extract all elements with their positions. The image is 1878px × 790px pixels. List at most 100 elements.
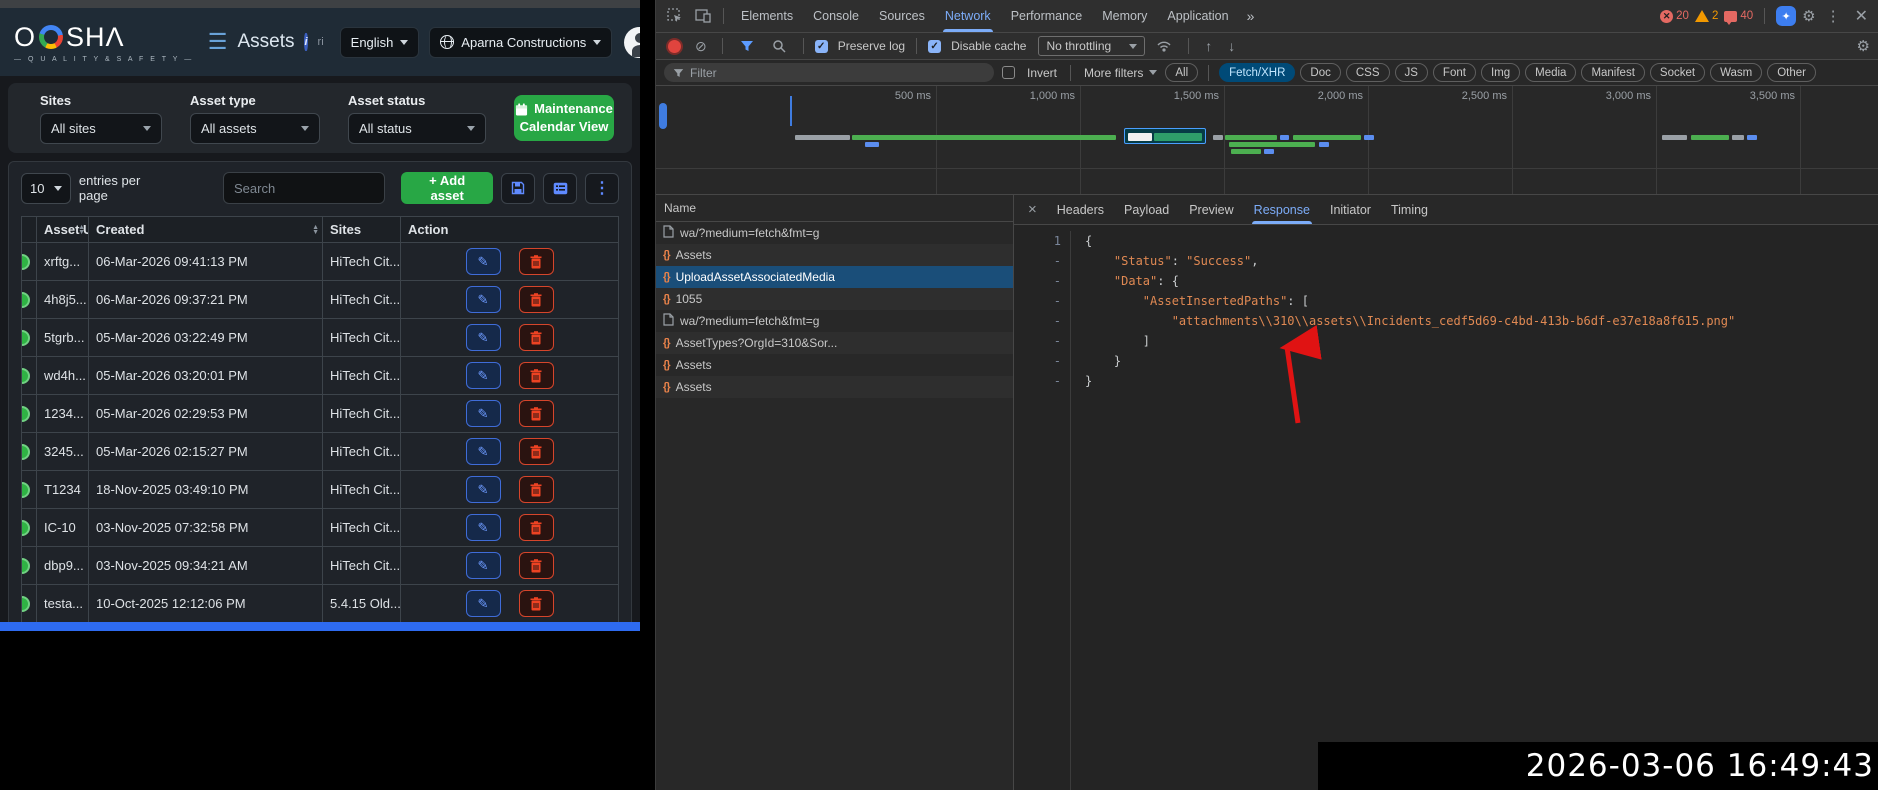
edit-asset-button[interactable]: ✎ bbox=[466, 476, 501, 503]
throttling-select[interactable]: No throttling bbox=[1038, 36, 1145, 56]
tab-network[interactable]: Network bbox=[935, 0, 1001, 32]
pill-all[interactable]: All bbox=[1165, 63, 1198, 82]
delete-asset-button[interactable] bbox=[519, 362, 554, 389]
delete-asset-button[interactable] bbox=[519, 324, 554, 351]
issues-badge[interactable]: 40 bbox=[1724, 10, 1753, 22]
disable-cache-checkbox[interactable] bbox=[928, 40, 941, 53]
pill-media[interactable]: Media bbox=[1525, 63, 1576, 82]
clear-network-log-icon[interactable]: ⊘ bbox=[691, 38, 711, 55]
pill-font[interactable]: Font bbox=[1433, 63, 1476, 82]
inspect-element-icon[interactable] bbox=[662, 4, 688, 28]
edit-asset-button[interactable]: ✎ bbox=[466, 400, 501, 427]
delete-asset-button[interactable] bbox=[519, 552, 554, 579]
devtools-close-icon[interactable]: ✕ bbox=[1851, 6, 1872, 26]
ai-assistant-icon[interactable]: ✦ bbox=[1776, 6, 1796, 26]
pill-doc[interactable]: Doc bbox=[1300, 63, 1340, 82]
delete-asset-button[interactable] bbox=[519, 590, 554, 617]
pill-other[interactable]: Other bbox=[1767, 63, 1816, 82]
more-filters-button[interactable]: More filters bbox=[1084, 66, 1157, 80]
response-tab-payload[interactable]: Payload bbox=[1114, 195, 1179, 224]
delete-asset-button[interactable] bbox=[519, 400, 554, 427]
request-row[interactable]: {}UploadAssetAssociatedMedia bbox=[656, 266, 1013, 288]
request-row[interactable]: {}Assets bbox=[656, 376, 1013, 398]
sites-column-header[interactable]: Sites bbox=[323, 217, 401, 243]
maintenance-calendar-button[interactable]: Maintenance Calendar View bbox=[514, 95, 614, 141]
edit-asset-button[interactable]: ✎ bbox=[466, 324, 501, 351]
tab-memory[interactable]: Memory bbox=[1092, 0, 1157, 32]
errors-badge[interactable]: ✕ 20 bbox=[1660, 10, 1689, 23]
pill-img[interactable]: Img bbox=[1481, 63, 1520, 82]
request-list-header[interactable]: Name bbox=[656, 195, 1013, 222]
request-row[interactable]: {}Assets bbox=[656, 354, 1013, 376]
tab-application[interactable]: Application bbox=[1157, 0, 1238, 32]
user-avatar[interactable] bbox=[624, 27, 640, 58]
edit-asset-button[interactable]: ✎ bbox=[466, 438, 501, 465]
tab-sources[interactable]: Sources bbox=[869, 0, 935, 32]
response-tab-timing[interactable]: Timing bbox=[1381, 195, 1438, 224]
sites-select[interactable]: All sites bbox=[40, 113, 162, 144]
info-icon[interactable]: i bbox=[304, 33, 307, 51]
pill-js[interactable]: JS bbox=[1395, 63, 1428, 82]
request-row[interactable]: {}AssetTypes?OrgId=310&Sor... bbox=[656, 332, 1013, 354]
delete-asset-button[interactable] bbox=[519, 248, 554, 275]
network-settings-gear-icon[interactable]: ⚙ bbox=[1857, 37, 1870, 55]
import-har-icon[interactable]: ↑ bbox=[1200, 38, 1217, 54]
language-select[interactable]: English bbox=[340, 27, 420, 58]
tab-performance[interactable]: Performance bbox=[1001, 0, 1093, 32]
edit-asset-button[interactable]: ✎ bbox=[466, 286, 501, 313]
menu-hamburger-icon[interactable]: ☰ bbox=[208, 31, 228, 53]
network-overview-timeline[interactable]: 500 ms1,000 ms1,500 ms2,000 ms2,500 ms3,… bbox=[656, 86, 1878, 195]
search-input[interactable] bbox=[223, 172, 385, 204]
asset-uid-column-header[interactable]: Asset UID▲▼ bbox=[37, 217, 89, 243]
add-asset-button[interactable]: + Add asset bbox=[401, 172, 493, 204]
pill-fetchxhr[interactable]: Fetch/XHR bbox=[1219, 63, 1295, 82]
close-details-icon[interactable]: × bbox=[1018, 201, 1047, 218]
asset-type-select[interactable]: All assets bbox=[190, 113, 320, 144]
invert-checkbox[interactable] bbox=[1002, 66, 1015, 79]
record-network-log-button[interactable] bbox=[668, 40, 681, 53]
more-options-button[interactable]: ⋮ bbox=[585, 173, 619, 204]
tab-console[interactable]: Console bbox=[803, 0, 869, 32]
asset-status-select[interactable]: All status bbox=[348, 113, 486, 144]
page-size-select[interactable]: 10 bbox=[21, 173, 71, 204]
delete-asset-button[interactable] bbox=[519, 514, 554, 541]
settings-gear-icon[interactable]: ⚙ bbox=[1802, 7, 1815, 25]
response-tab-initiator[interactable]: Initiator bbox=[1320, 195, 1381, 224]
delete-asset-button[interactable] bbox=[519, 286, 554, 313]
search-icon[interactable] bbox=[766, 34, 792, 58]
pill-css[interactable]: CSS bbox=[1346, 63, 1390, 82]
edit-asset-button[interactable]: ✎ bbox=[466, 514, 501, 541]
edit-asset-button[interactable]: ✎ bbox=[466, 248, 501, 275]
response-tab-headers[interactable]: Headers bbox=[1047, 195, 1114, 224]
card-view-button[interactable] bbox=[543, 173, 577, 204]
created-cell: 05-Mar-2026 03:20:01 PM bbox=[89, 357, 323, 395]
devtools-menu-kebab-icon[interactable]: ⋮ bbox=[1822, 7, 1845, 25]
request-row[interactable]: wa/?medium=fetch&fmt=g bbox=[656, 222, 1013, 244]
pill-socket[interactable]: Socket bbox=[1650, 63, 1705, 82]
more-tabs-chevrons[interactable]: » bbox=[1241, 8, 1261, 24]
delete-asset-button[interactable] bbox=[519, 438, 554, 465]
edit-asset-button[interactable]: ✎ bbox=[466, 590, 501, 617]
edit-asset-button[interactable]: ✎ bbox=[466, 362, 501, 389]
device-toolbar-icon[interactable] bbox=[690, 4, 716, 28]
created-column-header[interactable]: Created▲▼ bbox=[89, 217, 323, 243]
warnings-badge[interactable]: 2 bbox=[1695, 10, 1718, 22]
company-select[interactable]: Aparna Constructions bbox=[429, 27, 612, 58]
tab-elements[interactable]: Elements bbox=[731, 0, 803, 32]
save-view-button[interactable] bbox=[501, 173, 535, 204]
preserve-log-checkbox[interactable] bbox=[815, 40, 828, 53]
response-body-viewer[interactable]: 1------- { "Status": "Success", "Data": … bbox=[1014, 225, 1878, 790]
request-row[interactable]: {}Assets bbox=[656, 244, 1013, 266]
request-row[interactable]: wa/?medium=fetch&fmt=g bbox=[656, 310, 1013, 332]
request-row[interactable]: {}1055 bbox=[656, 288, 1013, 310]
network-conditions-icon[interactable] bbox=[1151, 34, 1177, 58]
pill-manifest[interactable]: Manifest bbox=[1581, 63, 1644, 82]
network-filter-input[interactable]: Filter bbox=[664, 63, 994, 82]
export-har-icon[interactable]: ↓ bbox=[1223, 38, 1240, 54]
pill-wasm[interactable]: Wasm bbox=[1710, 63, 1762, 82]
edit-asset-button[interactable]: ✎ bbox=[466, 552, 501, 579]
filter-funnel-icon[interactable] bbox=[734, 34, 760, 58]
delete-asset-button[interactable] bbox=[519, 476, 554, 503]
response-tab-response[interactable]: Response bbox=[1244, 195, 1320, 224]
response-tab-preview[interactable]: Preview bbox=[1179, 195, 1243, 224]
